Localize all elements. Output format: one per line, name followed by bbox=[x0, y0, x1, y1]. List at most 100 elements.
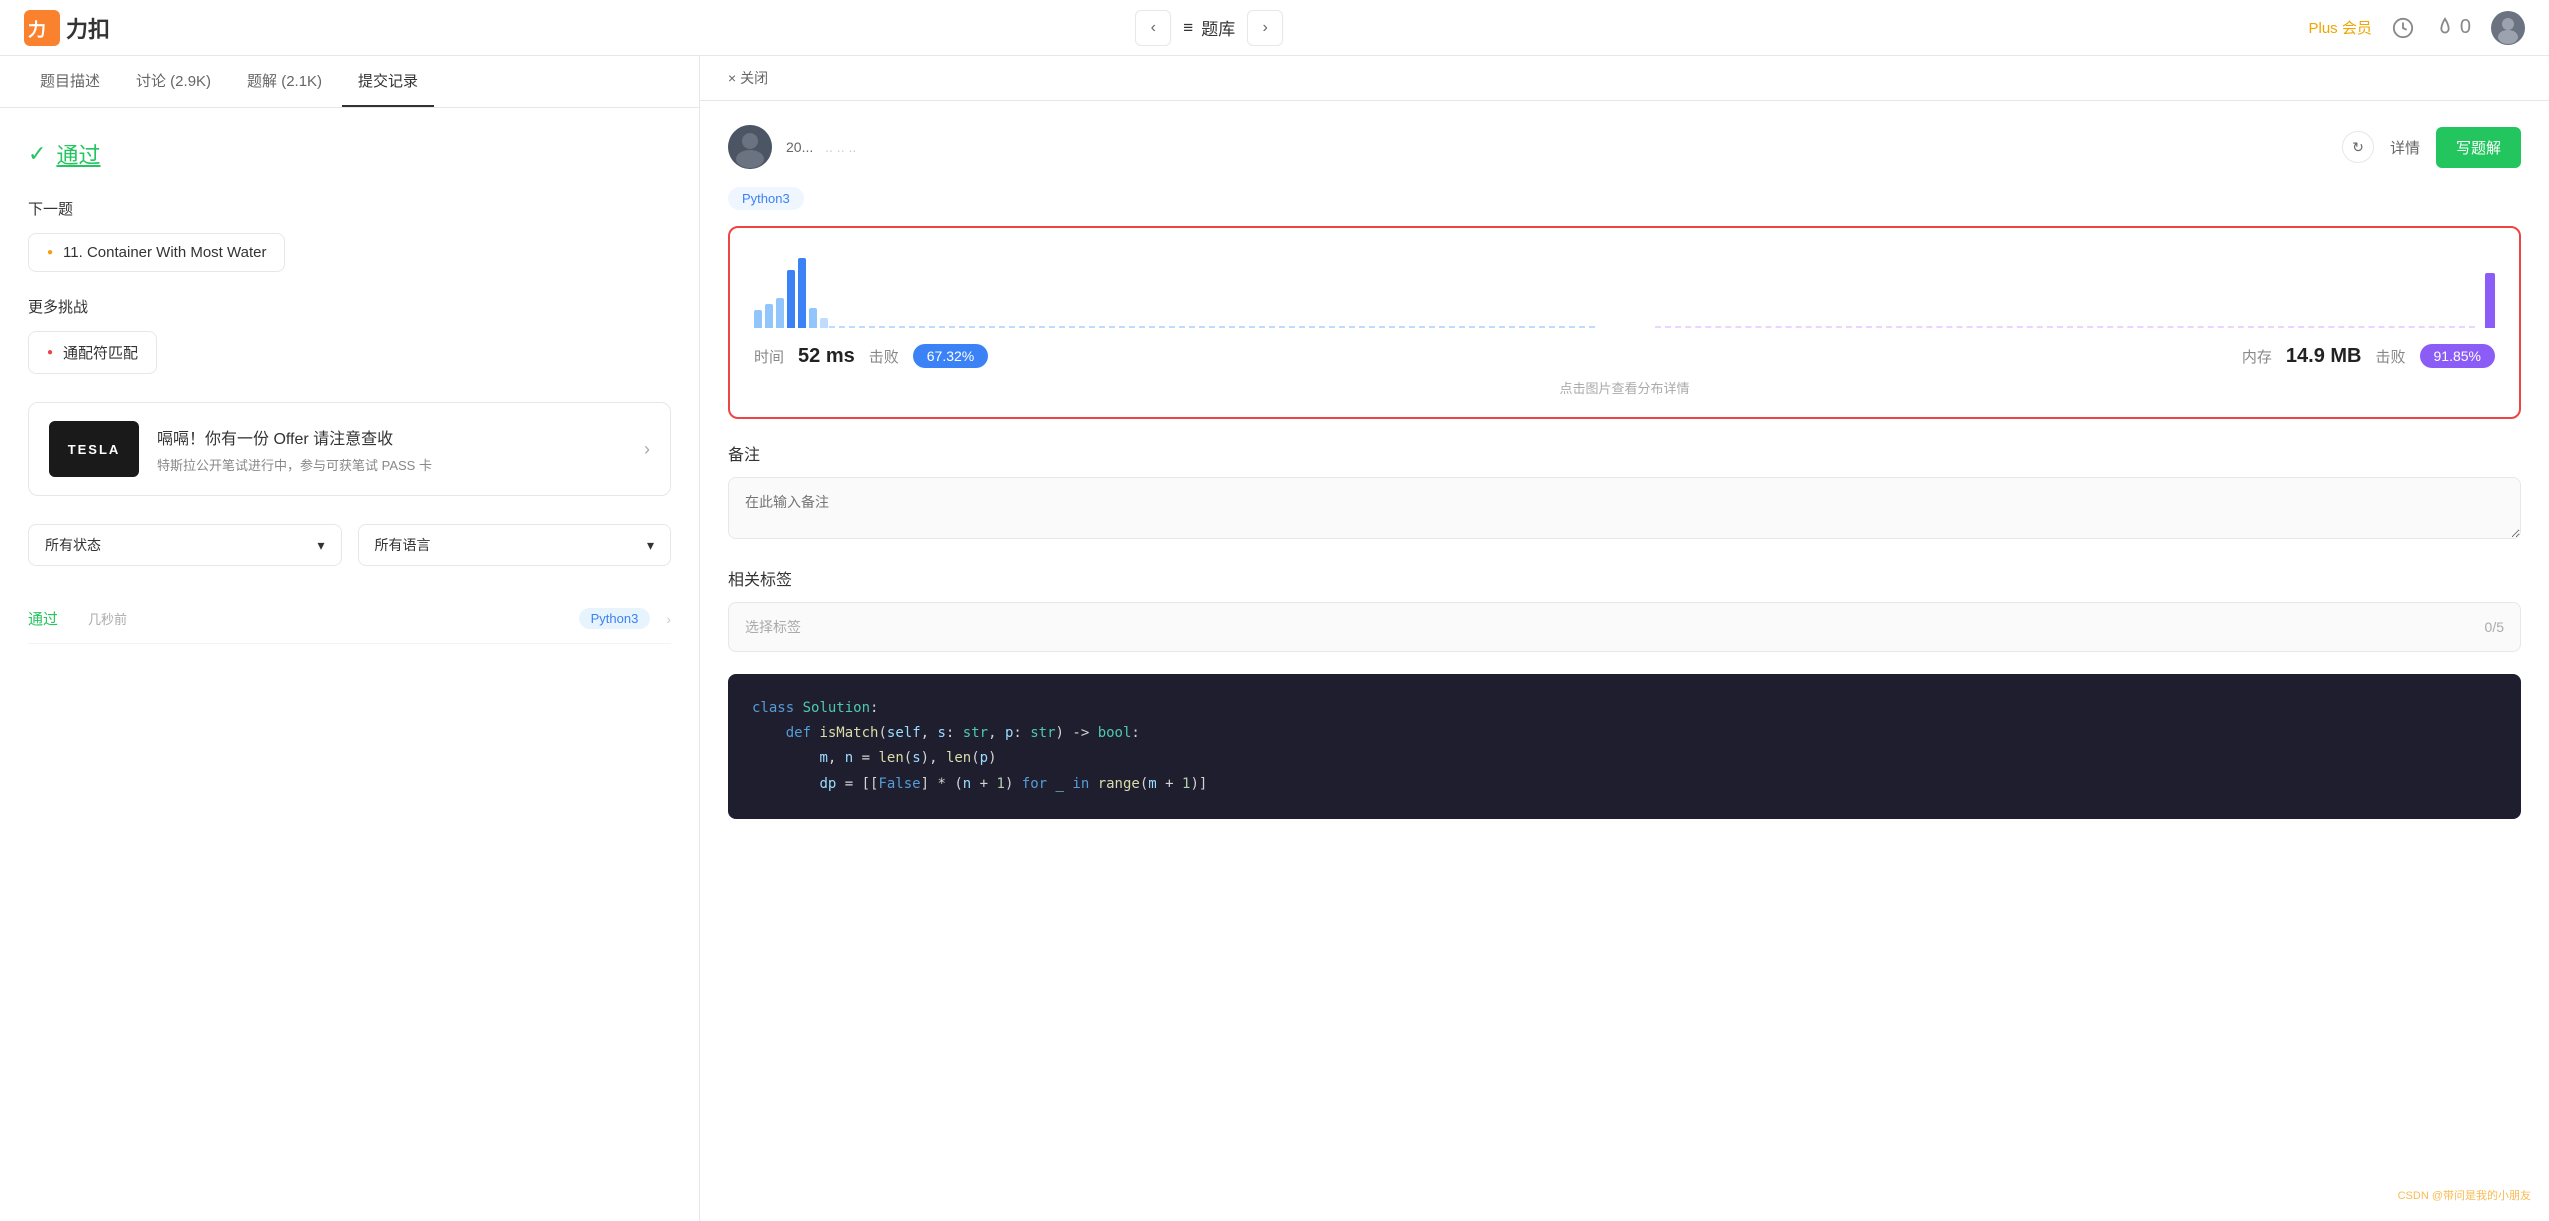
submission-arrow-icon: › bbox=[666, 611, 671, 627]
username-text: 20... bbox=[786, 139, 813, 155]
submission-header: 20... .. .. .. ↻ 详情 写题解 bbox=[728, 125, 2521, 169]
language-filter[interactable]: 所有语言 ▾ bbox=[358, 524, 672, 566]
tab-submissions[interactable]: 提交记录 bbox=[342, 56, 434, 107]
bar2 bbox=[765, 304, 773, 328]
left-content: ✓ 通过 下一题 ● 11. Container With Most Water… bbox=[0, 108, 699, 1221]
tags-section-title: 相关标签 bbox=[728, 566, 2521, 590]
submission-avatar-image bbox=[728, 125, 772, 169]
next-button[interactable]: › bbox=[1247, 10, 1283, 46]
fire-icon-area[interactable]: 0 bbox=[2434, 16, 2471, 39]
language-filter-label: 所有语言 bbox=[375, 535, 431, 555]
svg-text:力: 力 bbox=[28, 20, 46, 40]
filter-row: 所有状态 ▾ 所有语言 ▾ bbox=[28, 524, 671, 566]
challenge-title: 通配符匹配 bbox=[63, 342, 138, 363]
bar3 bbox=[776, 298, 784, 328]
code-line-3: m, n = len(s), len(p) bbox=[752, 746, 2497, 771]
time-value: 52 ms bbox=[798, 345, 855, 368]
pass-checkmark-icon: ✓ bbox=[28, 141, 46, 167]
perf-box[interactable]: 时间 52 ms 击败 67.32% 内存 14.9 MB 击败 91.85% … bbox=[728, 226, 2521, 419]
submission-actions: ↻ 详情 写题解 bbox=[2342, 127, 2521, 168]
notes-input[interactable] bbox=[728, 477, 2521, 539]
submission-username: 20... .. .. .. bbox=[786, 139, 2342, 155]
close-button[interactable]: × 关闭 bbox=[728, 68, 768, 88]
watermark: CSDN @带问是我的小朋友 bbox=[2398, 1187, 2531, 1203]
ad-card[interactable]: TESLA 嗝嗝！你有一份 Offer 请注意查收 特斯拉公开笔试进行中，参与可… bbox=[28, 402, 671, 496]
submission-avatar bbox=[728, 125, 772, 169]
notes-section-title: 备注 bbox=[728, 441, 2521, 465]
refresh-button[interactable]: ↻ bbox=[2342, 131, 2374, 163]
username-meta: .. .. .. bbox=[825, 139, 856, 155]
language-filter-chevron: ▾ bbox=[647, 537, 654, 554]
tags-select[interactable]: 选择标签 0/5 bbox=[728, 602, 2521, 652]
time-label: 时间 bbox=[754, 346, 784, 367]
ad-desc: 特斯拉公开笔试进行中，参与可获笔试 PASS 卡 bbox=[157, 455, 626, 474]
memory-label: 内存 bbox=[2242, 346, 2272, 367]
logo-icon: 力 bbox=[24, 10, 60, 46]
memory-value: 14.9 MB bbox=[2286, 345, 2362, 368]
submission-user-info: 20... .. .. .. bbox=[786, 139, 2342, 155]
detail-button[interactable]: 详情 bbox=[2390, 137, 2420, 158]
ad-logo: TESLA bbox=[49, 421, 139, 477]
defeat-time-label: 击败 bbox=[869, 346, 899, 367]
ad-arrow-icon: › bbox=[644, 439, 650, 460]
next-problem-label: 下一题 bbox=[28, 198, 671, 219]
next-problem-card[interactable]: ● 11. Container With Most Water bbox=[28, 233, 285, 272]
right-toolbar: × 关闭 bbox=[700, 56, 2549, 101]
avatar[interactable] bbox=[2491, 11, 2525, 45]
code-line-1: class Solution: bbox=[752, 696, 2497, 721]
dot-orange-icon: ● bbox=[47, 247, 53, 258]
code-block: class Solution: def isMatch(self, s: str… bbox=[728, 674, 2521, 819]
right-content: 20... .. .. .. ↻ 详情 写题解 Python3 bbox=[700, 101, 2549, 1221]
bar6 bbox=[809, 308, 817, 328]
fire-icon bbox=[2434, 17, 2456, 39]
right-panel: × 关闭 20... .. .. .. bbox=[700, 56, 2549, 1221]
left-panel: 题目描述 讨论 (2.9K) 题解 (2.1K) 提交记录 ✓ 通过 下一题 ●… bbox=[0, 56, 700, 1221]
perf-row: 时间 52 ms 击败 67.32% 内存 14.9 MB 击败 91.85% bbox=[754, 344, 2495, 368]
status-filter-chevron: ▾ bbox=[317, 537, 324, 554]
challenge-card[interactable]: ● 通配符匹配 bbox=[28, 331, 157, 374]
tags-count: 0/5 bbox=[2485, 619, 2504, 635]
clock-icon-area[interactable] bbox=[2392, 17, 2414, 39]
tab-description[interactable]: 题目描述 bbox=[24, 56, 116, 107]
defeat-mem-label: 击败 bbox=[2376, 346, 2406, 367]
bar4 bbox=[787, 270, 795, 328]
bar5 bbox=[798, 258, 806, 328]
mem-dotted-line bbox=[1655, 326, 2476, 328]
more-challenges-label: 更多挑战 bbox=[28, 296, 671, 317]
tags-placeholder: 选择标签 bbox=[745, 617, 801, 637]
header-nav: ‹ ≡ 题库 › bbox=[1135, 10, 1283, 46]
dot-red-icon: ● bbox=[47, 347, 53, 358]
nav-title-area: ≡ 题库 bbox=[1183, 15, 1235, 40]
code-line-4: dp = [[False] * (n + 1) for _ in range(m… bbox=[752, 772, 2497, 797]
logo[interactable]: 力 力扣 bbox=[24, 10, 110, 46]
bar1 bbox=[754, 310, 762, 328]
pass-status: ✓ 通过 bbox=[28, 138, 671, 170]
time-chart bbox=[754, 248, 1595, 328]
status-filter-label: 所有状态 bbox=[45, 535, 101, 555]
header-right: Plus 会员 0 bbox=[2309, 11, 2525, 45]
submission-time: 几秒前 bbox=[88, 609, 168, 628]
fire-count: 0 bbox=[2460, 16, 2471, 39]
nav-menu-icon: ≡ bbox=[1183, 18, 1193, 38]
write-solution-button[interactable]: 写题解 bbox=[2436, 127, 2521, 168]
header: 力 力扣 ‹ ≡ 题库 › Plus 会员 0 bbox=[0, 0, 2549, 56]
perf-footer: 点击图片查看分布详情 bbox=[754, 378, 2495, 397]
mem-bar bbox=[2485, 273, 2495, 328]
tab-solutions[interactable]: 题解 (2.1K) bbox=[231, 56, 338, 107]
plus-button[interactable]: Plus 会员 bbox=[2309, 17, 2372, 38]
perf-charts bbox=[754, 248, 2495, 328]
pass-text[interactable]: 通过 bbox=[56, 138, 100, 170]
defeat-time-pct-badge: 67.32% bbox=[913, 344, 988, 368]
submission-row[interactable]: 通过 几秒前 Python3 › bbox=[28, 594, 671, 644]
avatar-image bbox=[2491, 11, 2525, 45]
status-filter[interactable]: 所有状态 ▾ bbox=[28, 524, 342, 566]
submission-status: 通过 bbox=[28, 608, 88, 629]
tab-discuss[interactable]: 讨论 (2.9K) bbox=[120, 56, 227, 107]
memory-chart bbox=[1655, 248, 2496, 328]
submission-lang-badge: Python3 bbox=[579, 608, 651, 629]
ad-content: 嗝嗝！你有一份 Offer 请注意查收 特斯拉公开笔试进行中，参与可获笔试 PA… bbox=[157, 425, 626, 474]
nav-title: 题库 bbox=[1201, 15, 1235, 40]
prev-button[interactable]: ‹ bbox=[1135, 10, 1171, 46]
main-layout: 题目描述 讨论 (2.9K) 题解 (2.1K) 提交记录 ✓ 通过 下一题 ●… bbox=[0, 56, 2549, 1221]
logo-text: 力扣 bbox=[66, 12, 110, 44]
